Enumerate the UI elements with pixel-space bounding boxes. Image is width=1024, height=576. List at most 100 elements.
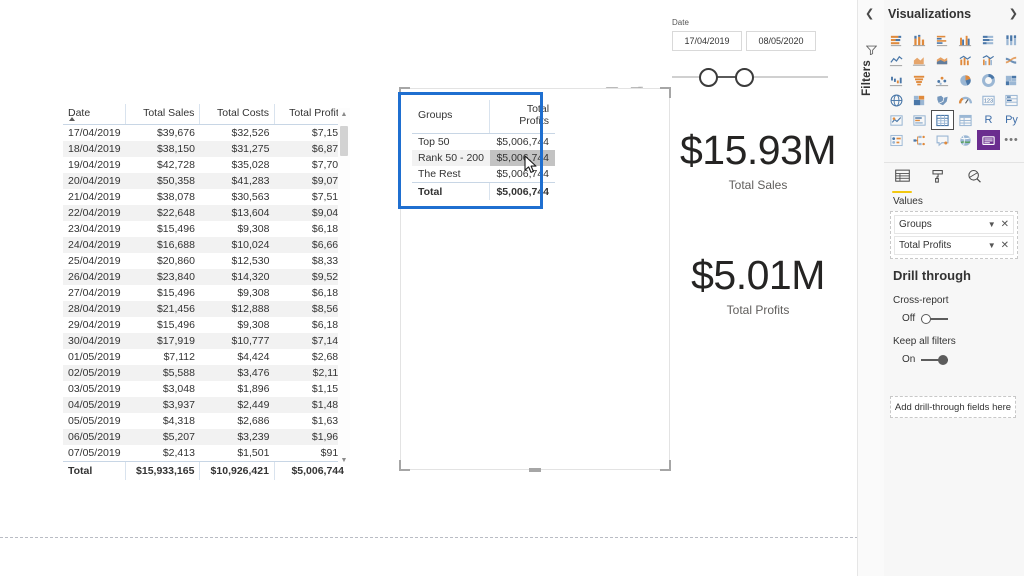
cross-report-toggle[interactable] <box>921 313 949 324</box>
stacked-column-chart-icon[interactable] <box>908 30 931 50</box>
remove-field-icon[interactable]: ✕ <box>1001 240 1009 251</box>
groups-visual[interactable]: Groups Total Profits Top 50 $5,006,744 Ran… <box>398 87 671 472</box>
qa-visual-icon[interactable] <box>931 130 954 150</box>
table-row[interactable]: 03/05/2019 $3,048 $1,896 $1,152 <box>63 381 349 397</box>
report-canvas[interactable]: Date Total Sales Total Costs Total Profi… <box>0 0 858 576</box>
arcgis-map-icon[interactable] <box>954 130 977 150</box>
matrix-icon[interactable] <box>954 110 977 130</box>
column-header-total-sales[interactable]: Total Sales <box>124 104 200 125</box>
cross-report-toggle-row[interactable]: Off <box>884 313 1024 324</box>
paginated-report-icon[interactable] <box>977 130 1000 150</box>
table-row[interactable]: 06/05/2019 $5,207 $3,239 $1,968 <box>63 429 349 445</box>
resize-handle-bottom-middle[interactable] <box>529 468 541 472</box>
decomposition-tree-icon[interactable] <box>908 130 931 150</box>
scrollbar-thumb[interactable] <box>340 126 348 156</box>
stacked-area-chart-icon[interactable] <box>931 50 954 70</box>
date-slicer-track-wrap[interactable] <box>672 64 828 90</box>
sales-table[interactable]: Date Total Sales Total Costs Total Profi… <box>63 104 349 480</box>
filled-map-icon[interactable] <box>908 90 931 110</box>
keep-all-filters-toggle[interactable] <box>921 354 949 365</box>
table-row[interactable]: 25/04/2019 $20,860 $12,530 $8,330 <box>63 253 349 269</box>
date-slicer[interactable]: Date 17/04/2019 08/05/2020 <box>672 18 836 87</box>
scroll-up-icon[interactable]: ▲ <box>338 108 350 120</box>
line-and-stacked-column-chart-icon[interactable] <box>954 50 977 70</box>
card-total-sales[interactable]: $15.93M Total Sales <box>660 130 856 193</box>
chevron-down-icon[interactable]: ▼ <box>988 241 996 250</box>
map-icon[interactable] <box>885 90 908 110</box>
card-total-profits[interactable]: $5.01M Total Profits <box>660 255 856 318</box>
funnel-chart-icon[interactable] <box>908 70 931 90</box>
clustered-column-chart-icon[interactable] <box>954 30 977 50</box>
resize-handle-bottom-left[interactable] <box>399 460 410 471</box>
drill-through-dropzone[interactable]: Add drill-through fields here <box>890 396 1016 418</box>
kpi-icon[interactable] <box>885 110 908 130</box>
waterfall-chart-icon[interactable] <box>885 70 908 90</box>
table-row[interactable]: 21/04/2019 $38,078 $30,563 $7,515 <box>63 189 349 205</box>
donut-chart-icon[interactable] <box>977 70 1000 90</box>
card-icon[interactable]: 123 <box>977 90 1000 110</box>
table-row[interactable]: 05/05/2019 $4,318 $2,686 $1,632 <box>63 413 349 429</box>
property-tabs[interactable] <box>886 166 1024 196</box>
hundred-percent-stacked-bar-chart-icon[interactable] <box>977 30 1000 50</box>
table-row[interactable]: 24/04/2019 $16,688 $10,024 $6,664 <box>63 237 349 253</box>
table-row[interactable]: 22/04/2019 $22,648 $13,604 $9,044 <box>63 205 349 221</box>
pie-chart-icon[interactable] <box>954 70 977 90</box>
table-row[interactable]: 26/04/2019 $23,840 $14,320 $9,520 <box>63 269 349 285</box>
sales-table-scrollbar[interactable]: ▲ ▼ <box>338 108 350 466</box>
date-slicer-handle-start[interactable] <box>699 68 718 87</box>
resize-handle-bottom-right[interactable] <box>660 460 671 471</box>
format-tab[interactable] <box>927 166 949 194</box>
visualizations-pane[interactable]: Visualizations ❯ 123 R Py ••• Values Gro… <box>884 0 1024 576</box>
field-well-item[interactable]: Groups ▼ ✕ <box>894 215 1014 234</box>
table-row[interactable]: 17/04/2019 $39,676 $32,526 $7,150 <box>63 125 349 142</box>
chevron-left-icon[interactable]: ❮ <box>865 7 874 20</box>
field-well-item[interactable]: Total Profits ▼ ✕ <box>894 236 1014 255</box>
r-script-visual-icon[interactable]: R <box>977 110 1000 130</box>
filters-pane-collapsed[interactable]: ❮ Filters <box>858 0 885 576</box>
keep-all-filters-toggle-row[interactable]: On <box>884 354 1024 365</box>
table-row[interactable]: 23/04/2019 $15,496 $9,308 $6,188 <box>63 221 349 237</box>
more-visuals-icon[interactable]: ••• <box>1000 130 1023 150</box>
fields-tab[interactable] <box>891 166 913 194</box>
slicer-icon[interactable] <box>908 110 931 130</box>
analytics-tab[interactable] <box>963 166 985 194</box>
resize-handle-top-right[interactable] <box>660 87 671 98</box>
date-slicer-start-input[interactable]: 17/04/2019 <box>672 31 742 51</box>
gauge-icon[interactable] <box>954 90 977 110</box>
column-header-total-costs[interactable]: Total Costs <box>199 104 275 125</box>
date-slicer-end-input[interactable]: 08/05/2020 <box>746 31 816 51</box>
table-row[interactable]: 18/04/2019 $38,150 $31,275 $6,875 <box>63 141 349 157</box>
column-header-date[interactable]: Date <box>63 104 126 125</box>
ribbon-chart-icon[interactable] <box>1000 50 1023 70</box>
date-slicer-handle-end[interactable] <box>735 68 754 87</box>
multi-row-card-icon[interactable] <box>1000 90 1023 110</box>
table-row[interactable]: 29/04/2019 $15,496 $9,308 $6,188 <box>63 317 349 333</box>
table-row[interactable]: 01/05/2019 $7,112 $4,424 $2,688 <box>63 349 349 365</box>
scroll-down-icon[interactable]: ▼ <box>338 454 350 466</box>
treemap-icon[interactable] <box>1000 70 1023 90</box>
table-row[interactable]: 07/05/2019 $2,413 $1,501 $912 <box>63 445 349 462</box>
line-and-clustered-column-chart-icon[interactable] <box>977 50 1000 70</box>
table-row[interactable]: 04/05/2019 $3,937 $2,449 $1,488 <box>63 397 349 413</box>
values-field-well[interactable]: Groups ▼ ✕ Total Profits ▼ ✕ <box>890 211 1018 259</box>
key-influencers-icon[interactable] <box>885 130 908 150</box>
scatter-chart-icon[interactable] <box>931 70 954 90</box>
table-row[interactable]: 27/04/2019 $15,496 $9,308 $6,188 <box>63 285 349 301</box>
remove-field-icon[interactable]: ✕ <box>1001 219 1009 230</box>
stacked-bar-chart-icon[interactable] <box>885 30 908 50</box>
chevron-down-icon[interactable]: ▼ <box>988 220 996 229</box>
hundred-percent-stacked-column-chart-icon[interactable] <box>1000 30 1023 50</box>
table-row[interactable]: 30/04/2019 $17,919 $10,777 $7,142 <box>63 333 349 349</box>
sales-table-visual[interactable]: Date Total Sales Total Costs Total Profi… <box>63 104 351 480</box>
line-chart-icon[interactable] <box>885 50 908 70</box>
table-row[interactable]: 28/04/2019 $21,456 $12,888 $8,568 <box>63 301 349 317</box>
table-row[interactable]: 20/04/2019 $50,358 $41,283 $9,075 <box>63 173 349 189</box>
table-icon[interactable] <box>931 110 954 130</box>
visualization-type-gallery[interactable]: 123 R Py ••• <box>885 30 1023 150</box>
chevron-right-icon[interactable]: ❯ <box>1009 7 1018 20</box>
shape-map-icon[interactable] <box>931 90 954 110</box>
table-row[interactable]: 19/04/2019 $42,728 $35,028 $7,700 <box>63 157 349 173</box>
python-visual-icon[interactable]: Py <box>1000 110 1023 130</box>
table-row[interactable]: 02/05/2019 $5,588 $3,476 $2,112 <box>63 365 349 381</box>
clustered-bar-chart-icon[interactable] <box>931 30 954 50</box>
